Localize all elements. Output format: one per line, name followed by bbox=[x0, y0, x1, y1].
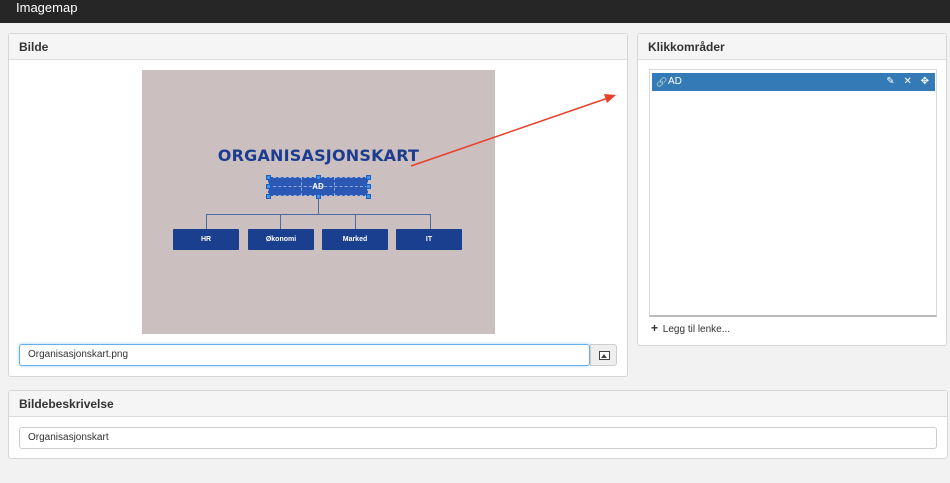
annotation-arrow bbox=[410, 94, 616, 167]
